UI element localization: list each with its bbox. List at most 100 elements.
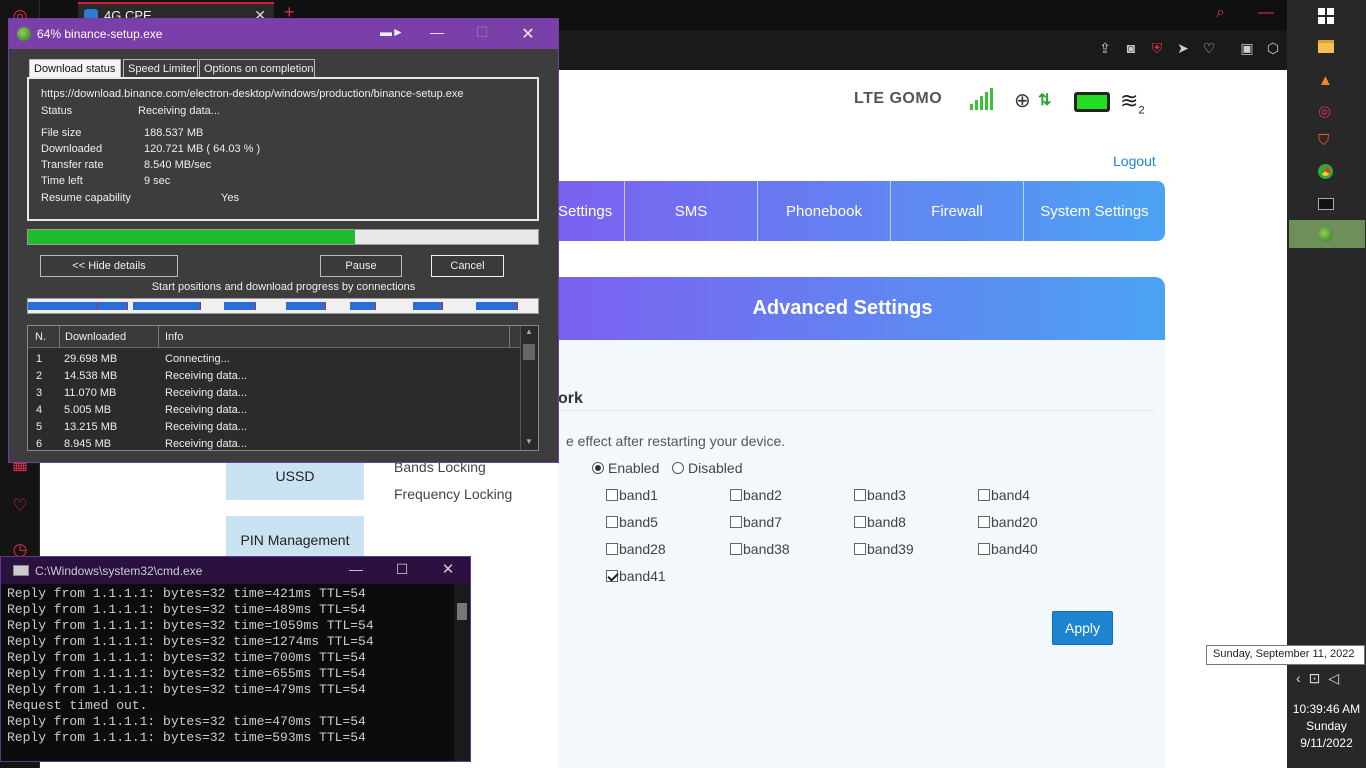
band-checkbox-band3[interactable]: band3 <box>854 487 906 503</box>
radio-disabled[interactable] <box>672 462 684 474</box>
nav-system-settings[interactable]: System Settings <box>1023 181 1165 241</box>
cmd-line: Reply from 1.1.1.1: bytes=32 time=421ms … <box>7 586 366 601</box>
radio-enabled[interactable] <box>592 462 604 474</box>
col-header-downloaded[interactable]: Downloaded <box>65 331 126 343</box>
nav-firewall[interactable]: Firewall <box>890 181 1023 241</box>
sidebar-heart-icon[interactable]: ♡ <box>10 496 30 516</box>
cmd-window[interactable]: C:\Windows\system32\cmd.exe — ☐ ✕ Reply … <box>0 556 471 762</box>
idm-close-icon[interactable]: ✕ <box>513 24 543 44</box>
table-row[interactable]: 4 5.005 MB Receiving data... <box>28 402 520 419</box>
checkbox[interactable] <box>978 516 990 528</box>
tray-chevron-icon[interactable]: ‹ <box>1296 670 1309 686</box>
heart-icon[interactable]: ♡ <box>1200 40 1218 57</box>
idm-icon[interactable] <box>1318 227 1333 242</box>
network-icon[interactable]: ⊡ <box>1309 670 1329 686</box>
band-checkbox-band7[interactable]: band7 <box>730 514 782 530</box>
apply-button[interactable]: Apply <box>1052 611 1113 645</box>
share-icon[interactable]: ⇪ <box>1096 40 1114 57</box>
checkbox[interactable] <box>854 543 866 555</box>
page-title: Advanced Settings <box>558 277 1165 340</box>
checkbox[interactable] <box>730 516 742 528</box>
minimize-icon[interactable]: — <box>1258 4 1274 22</box>
checkbox[interactable] <box>606 570 618 582</box>
band-checkbox-band28[interactable]: band28 <box>606 541 666 557</box>
band-checkbox-band41[interactable]: band41 <box>606 568 666 584</box>
table-row[interactable]: 5 13.215 MB Receiving data... <box>28 419 520 436</box>
band-checkbox-band2[interactable]: band2 <box>730 487 782 503</box>
idm-minimize-icon[interactable]: — <box>422 24 452 40</box>
cmd-icon[interactable] <box>1318 198 1334 210</box>
camera-icon[interactable]: ◙ <box>1122 40 1140 56</box>
download-progress-bar <box>27 229 539 245</box>
cancel-button[interactable]: Cancel <box>431 255 504 277</box>
shield-icon[interactable]: ⛨ <box>1148 40 1166 57</box>
band-checkbox-band5[interactable]: band5 <box>606 514 658 530</box>
checkbox[interactable] <box>606 543 618 555</box>
hide-details-button[interactable]: << Hide details <box>40 255 178 277</box>
frequency-locking-label: Frequency Locking <box>394 486 513 502</box>
scroll-up-icon[interactable]: ▲ <box>525 327 533 336</box>
nav-phonebook[interactable]: Phonebook <box>757 181 890 241</box>
pause-button[interactable]: Pause <box>320 255 402 277</box>
checkbox[interactable] <box>978 543 990 555</box>
search-icon[interactable]: ⌕ <box>1216 4 1225 22</box>
col-header-info[interactable]: Info <box>165 331 183 343</box>
nav-sms[interactable]: SMS <box>624 181 757 241</box>
checkbox[interactable] <box>730 543 742 555</box>
table-row[interactable]: 2 14.538 MB Receiving data... <box>28 368 520 385</box>
checkbox[interactable] <box>978 489 990 501</box>
cube-icon[interactable]: ⬡ <box>1264 40 1282 57</box>
scroll-down-icon[interactable]: ▼ <box>525 437 533 446</box>
snapshot-icon[interactable]: ▣ <box>1238 40 1256 57</box>
table-row[interactable]: 3 11.070 MB Receiving data... <box>28 385 520 402</box>
cmd-scrollbar-thumb[interactable] <box>457 603 467 620</box>
tab-speed-limiter[interactable]: Speed Limiter <box>123 59 198 79</box>
bands-locking-enabled[interactable]: Enabled <box>592 460 659 476</box>
col-divider <box>509 326 510 348</box>
cell-info: Connecting... <box>165 353 230 365</box>
band-checkbox-band40[interactable]: band40 <box>978 541 1038 557</box>
band-checkbox-band4[interactable]: band4 <box>978 487 1030 503</box>
table-scrollbar[interactable]: ▲ ▼ <box>520 326 538 450</box>
send-icon[interactable]: ➤ <box>1174 40 1192 57</box>
brave-icon[interactable]: ⛉ <box>1318 132 1329 149</box>
checkbox[interactable] <box>606 516 618 528</box>
connection-segment <box>133 302 201 310</box>
table-row[interactable]: 6 8.945 MB Receiving data... <box>28 436 520 453</box>
scrollbar-thumb[interactable] <box>523 344 535 360</box>
cmd-minimize-icon[interactable]: — <box>341 561 371 577</box>
band-checkbox-band1[interactable]: band1 <box>606 487 658 503</box>
band-checkbox-band39[interactable]: band39 <box>854 541 914 557</box>
main-nav: Settings SMS Phonebook Firewall System S… <box>558 181 1165 241</box>
band-checkbox-band8[interactable]: band8 <box>854 514 906 530</box>
cmd-title-bar[interactable]: C:\Windows\system32\cmd.exe — ☐ ✕ <box>1 557 470 584</box>
checkbox[interactable] <box>730 489 742 501</box>
opera-icon[interactable]: ◎ <box>1318 102 1331 120</box>
volume-icon[interactable]: ◁ <box>1328 670 1347 686</box>
cmd-maximize-icon[interactable]: ☐ <box>387 561 417 578</box>
connections-caption: Start positions and download progress by… <box>151 281 416 293</box>
cmd-line: Reply from 1.1.1.1: bytes=32 time=700ms … <box>7 650 366 665</box>
cmd-close-icon[interactable]: ✕ <box>433 560 463 578</box>
taskbar-clock[interactable]: 10:39:46 AM Sunday 9/11/2022 <box>1287 701 1366 752</box>
checkbox[interactable] <box>606 489 618 501</box>
band-checkbox-band20[interactable]: band20 <box>978 514 1038 530</box>
vlc-icon[interactable]: ▲ <box>1318 72 1333 89</box>
logout-link[interactable]: Logout <box>1113 153 1156 169</box>
bands-locking-disabled[interactable]: Disabled <box>672 460 742 476</box>
checkbox[interactable] <box>854 489 866 501</box>
file-explorer-icon[interactable] <box>1318 40 1334 53</box>
table-row[interactable]: 1 29.698 MB Connecting... <box>28 351 520 368</box>
checkbox[interactable] <box>854 516 866 528</box>
file-size-label: File size <box>41 127 82 139</box>
idm-title-bar[interactable]: 64% binance-setup.exe ▬► — ☐ ✕ <box>9 19 558 49</box>
band-checkbox-band38[interactable]: band38 <box>730 541 790 557</box>
col-header-n[interactable]: N. <box>35 331 46 343</box>
download-url: https://download.binance.com/electron-de… <box>41 88 464 100</box>
band-label: band3 <box>867 487 906 503</box>
battery-icon <box>1074 92 1110 112</box>
nav-settings[interactable]: Settings <box>558 181 624 241</box>
tab-options-on-completion[interactable]: Options on completion <box>199 59 315 79</box>
windows-start-icon[interactable] <box>1318 8 1334 24</box>
chrome-icon[interactable] <box>1318 164 1333 179</box>
